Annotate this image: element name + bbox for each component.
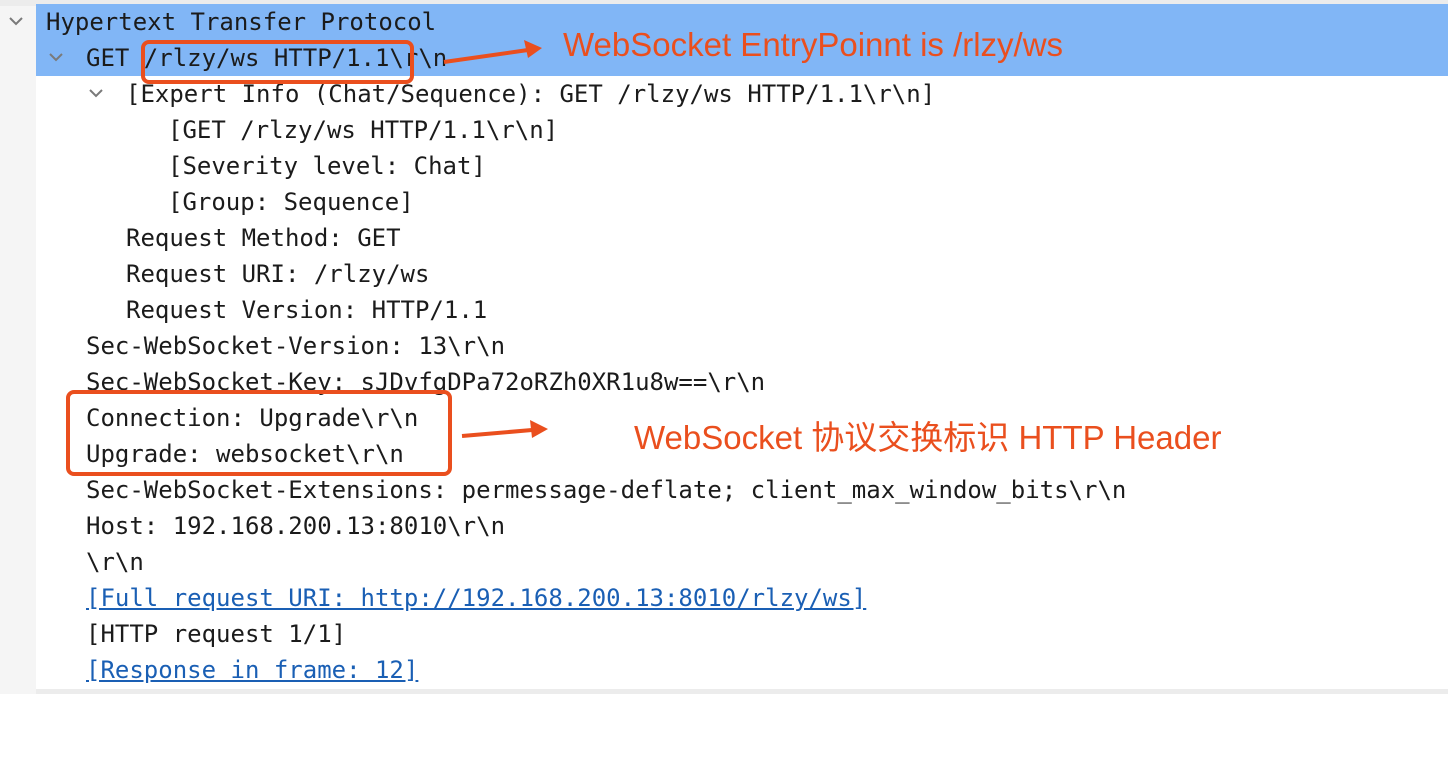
tree-row[interactable]: Request Method: GET — [36, 220, 401, 256]
tree-row-label: Request URI: /rlzy/ws — [126, 260, 430, 288]
full-request-uri-link[interactable]: [Full request URI: http://192.168.200.13… — [86, 580, 866, 616]
chevron-down-icon[interactable] — [6, 4, 28, 40]
annotation-box-uri — [141, 40, 414, 84]
tree-row[interactable]: [Group: Sequence] — [36, 184, 414, 220]
tree-row[interactable]: [HTTP request 1/1] — [36, 616, 346, 652]
tree-row[interactable]: [Severity level: Chat] — [36, 148, 486, 184]
chevron-down-icon[interactable] — [46, 40, 68, 76]
tree-row[interactable]: Sec-WebSocket-Extensions: permessage-def… — [36, 472, 1126, 508]
tree-row[interactable]: Request Version: HTTP/1.1 — [36, 292, 487, 328]
tree-row-label: Host: 192.168.200.13:8010\r\n — [86, 512, 506, 540]
tree-row[interactable]: \r\n — [36, 544, 144, 580]
tree-row-label: \r\n — [86, 548, 144, 576]
tree-row-label: [GET /rlzy/ws HTTP/1.1\r\n] — [168, 116, 559, 144]
annotation-box-headers — [66, 390, 452, 476]
chevron-down-icon[interactable] — [86, 76, 108, 112]
tree-row[interactable]: [GET /rlzy/ws HTTP/1.1\r\n] — [36, 112, 558, 148]
packet-details-pane: Hypertext Transfer Protocol GET /rlzy/ws… — [0, 0, 1448, 694]
tree-row-full-uri[interactable]: [Full request URI: http://192.168.200.13… — [36, 580, 866, 616]
bottom-divider — [36, 689, 1448, 694]
tree-row-expert-info[interactable]: [Expert Info (Chat/Sequence): GET /rlzy/… — [36, 76, 935, 112]
tree-row-response[interactable]: [Response in frame: 12] — [36, 652, 418, 688]
tree-row-label: [Group: Sequence] — [168, 188, 414, 216]
tree-row-label: Sec-WebSocket-Version: 13\r\n — [86, 332, 506, 360]
arrow-icon — [443, 40, 542, 64]
annotation-header-note: WebSocket 协议交换标识 HTTP Header — [634, 419, 1222, 456]
response-in-frame-link[interactable]: [Response in frame: 12] — [86, 652, 418, 688]
tree-row[interactable]: Request URI: /rlzy/ws — [36, 256, 429, 292]
tree-row-label: Request Version: HTTP/1.1 — [126, 296, 488, 324]
tree-row-label: [Severity level: Chat] — [168, 152, 486, 180]
tree-row[interactable]: Sec-WebSocket-Version: 13\r\n — [36, 328, 505, 364]
tree-row-label: Request Method: GET — [126, 224, 401, 252]
arrow-icon — [461, 420, 548, 438]
tree-row-label: Sec-WebSocket-Extensions: permessage-def… — [86, 476, 1127, 504]
tree-row-label: Hypertext Transfer Protocol — [46, 8, 437, 36]
tree-row[interactable]: Host: 192.168.200.13:8010\r\n — [36, 508, 505, 544]
annotation-entrypoint: WebSocket EntryPoinnt is /rlzy/ws — [563, 26, 1064, 63]
tree-row-label: [HTTP request 1/1] — [86, 620, 347, 648]
